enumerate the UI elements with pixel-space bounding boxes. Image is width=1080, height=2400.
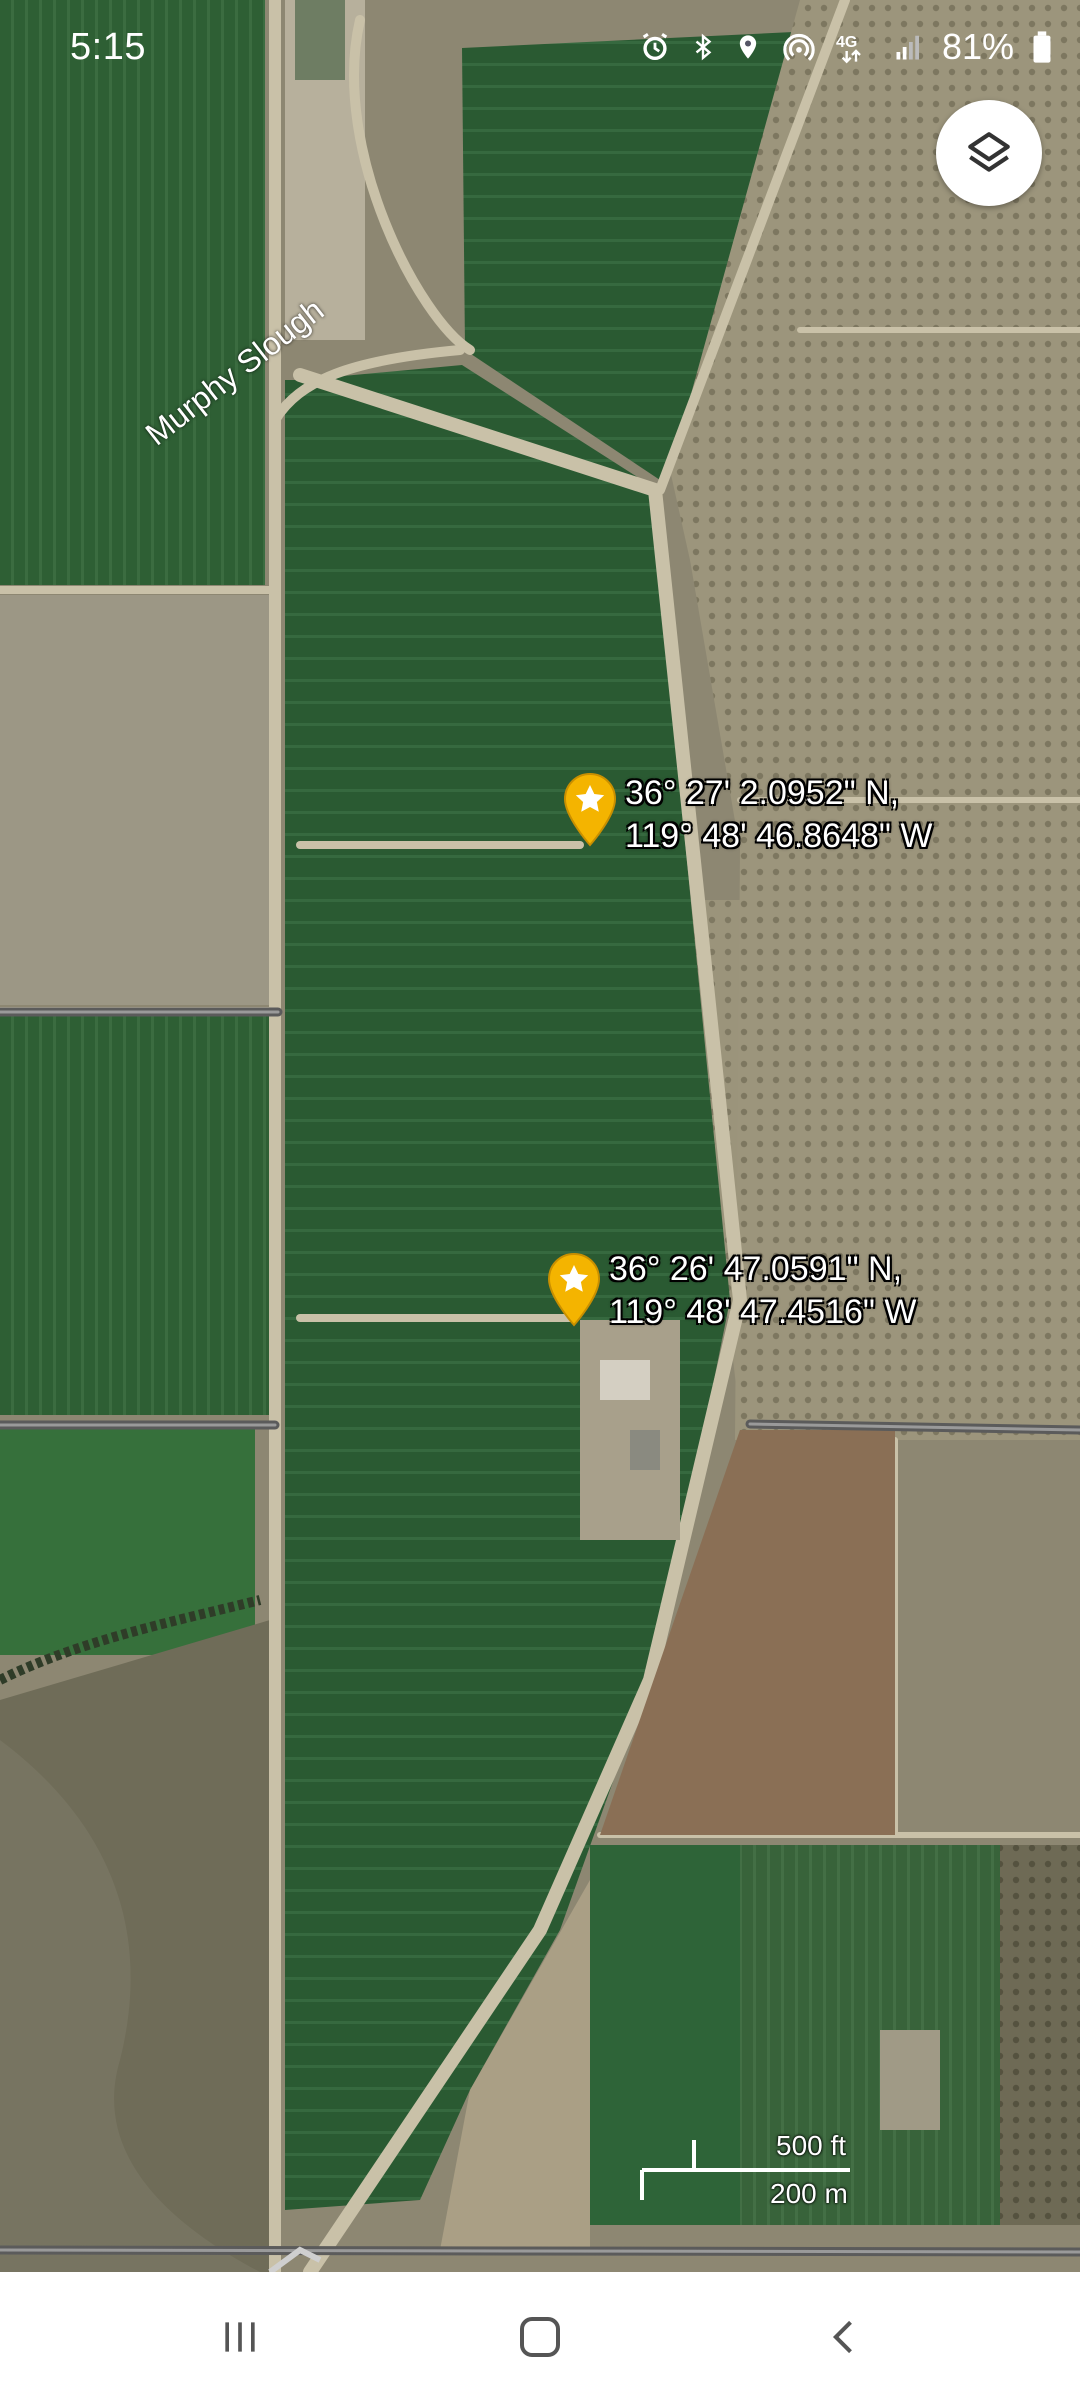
layers-button[interactable] xyxy=(936,100,1042,206)
scale-metric: 200 m xyxy=(770,2178,848,2209)
star-pin-icon[interactable] xyxy=(547,1252,601,1332)
layers-icon xyxy=(968,132,1010,172)
recents-button[interactable] xyxy=(200,2302,280,2372)
pin-latitude: 36° 26' 47.0591" N, xyxy=(609,1250,903,1288)
status-bar: 5:15 4G 81% xyxy=(0,0,1080,100)
signal-icon xyxy=(896,35,919,60)
recents-icon xyxy=(225,2322,255,2352)
pin-latitude: 36° 27' 2.0952" N, xyxy=(625,774,900,812)
status-icons: 4G 81% xyxy=(638,26,1052,68)
back-button[interactable] xyxy=(805,2302,885,2372)
bluetooth-icon xyxy=(695,33,712,61)
battery-percent: 81% xyxy=(941,26,1014,67)
alarm-icon xyxy=(642,32,668,61)
star-pin-icon[interactable] xyxy=(563,772,617,852)
hotspot-icon xyxy=(783,33,815,61)
scale-imperial: 500 ft xyxy=(776,2130,847,2161)
pin-longitude: 119° 48' 47.4516" W xyxy=(609,1293,917,1331)
back-icon xyxy=(832,2320,852,2354)
navigation-bar xyxy=(0,2272,1080,2400)
location-icon xyxy=(739,35,757,59)
battery-icon xyxy=(1033,31,1051,63)
pin-coordinates: 36° 26' 47.0591" N, 119° 48' 47.4516" W xyxy=(609,1248,917,1334)
home-button[interactable] xyxy=(500,2302,580,2372)
svg-text:4G: 4G xyxy=(836,34,857,51)
map-canvas[interactable] xyxy=(0,0,1080,2272)
lte-data-icon: 4G xyxy=(836,34,861,64)
pin-coordinates: 36° 27' 2.0952" N, 119° 48' 46.8648" W xyxy=(625,772,933,858)
map-scale: 500 ft 200 m xyxy=(640,2130,860,2220)
home-icon xyxy=(520,2317,560,2357)
status-time: 5:15 xyxy=(70,26,146,68)
pin-longitude: 119° 48' 46.8648" W xyxy=(625,817,933,855)
